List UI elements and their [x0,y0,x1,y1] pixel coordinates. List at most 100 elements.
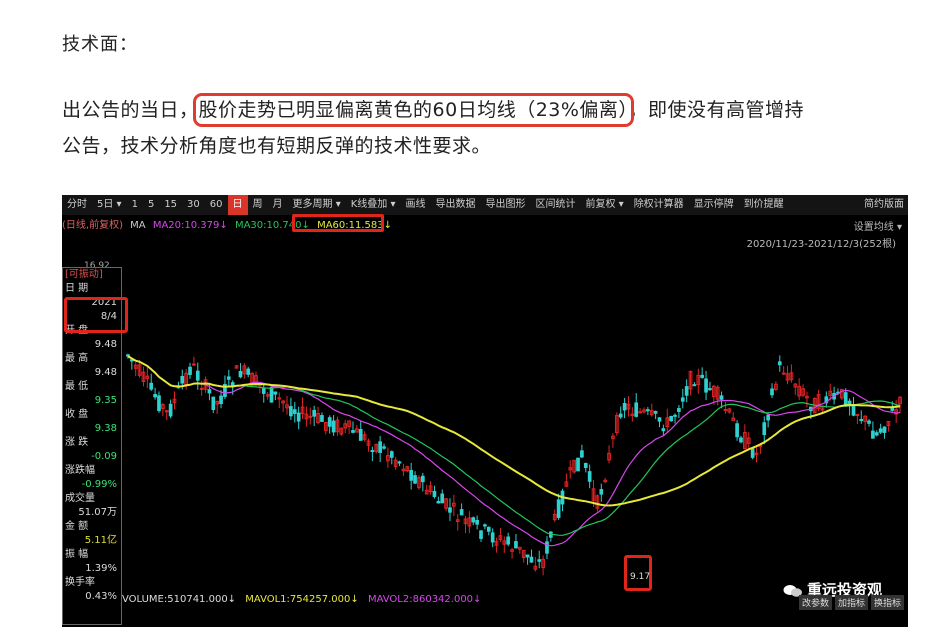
ma60-highlight-box [292,214,384,232]
toolbar-item-12[interactable]: 画线 [400,195,430,215]
candle-body [226,376,231,380]
low-value: 9.35 [94,395,117,406]
para-text-2: ，即使没有高管增持 [628,99,804,121]
candle-body [312,409,317,417]
toolbar-item-16[interactable]: 前复权 ▾ [580,195,628,215]
candle-body [882,426,887,433]
candle-body [514,541,518,549]
ma-legend: (日线,前复权) MA MA20:10.379↓ MA30:10.740↓ MA… [62,216,908,232]
candle-body [867,420,871,424]
candle-body [622,403,627,411]
candle-body [327,417,332,427]
volume-label: 成交量 [65,493,95,504]
candle-body [537,559,542,562]
toolbar-item-5[interactable]: 30 [182,195,205,215]
candle-body [684,386,689,396]
toolbar-item-0[interactable]: 分时 [62,195,92,215]
toolbar-item-13[interactable]: 导出数据 [430,195,480,215]
candle-body [420,475,425,483]
candle-body [599,489,604,495]
candle-body [855,414,860,417]
candle-body [246,368,251,375]
chart-toolbar: 分时 5日 ▾ 1 5 15 30 60 日周月更多周期 ▾ K线叠加 ▾ 画线 导出数据 导出图形区… [62,195,908,215]
toolbar-item-1[interactable]: 5日 ▾ [92,195,127,215]
candlestick-chart [126,353,902,576]
turnover-value: 0.43% [85,591,117,602]
candle-body [680,397,685,402]
candle-body [351,430,355,433]
candle-body [195,370,200,381]
candle-body [871,430,875,439]
toolbar-item-14[interactable]: 导出图形 [480,195,530,215]
amp-value: 1.39% [85,563,117,574]
toolbar-item-15[interactable]: 区间统计 [530,195,580,215]
candle-body [677,408,681,412]
simple-layout-button[interactable]: 简约版面 [859,195,908,215]
settings-ma-button[interactable]: 设置均线 ▾ [854,218,902,233]
para-text-1: 出公告的当日， [62,99,199,121]
candle-body [638,411,642,414]
candle-body [646,409,650,412]
date-label: 日 期 [65,283,89,294]
indicator-button-2[interactable]: 换指标 [870,595,904,610]
high-label: 最 高 [65,353,89,364]
candle-body [777,361,782,366]
toolbar-item-2[interactable]: 1 [127,195,143,215]
toolbar-item-17[interactable]: 除权计算器 [629,195,689,215]
candle-body [580,450,584,458]
change-value: -0.09 [91,451,117,462]
amount-label: 金 额 [65,521,89,532]
article-paragraph: 出公告的当日，股价走势已明显偏离黄色的60日均线（23%偏离），即使没有高管增持… [62,92,922,164]
candle-body [219,395,223,405]
toolbar-item-11[interactable]: K线叠加 ▾ [346,195,401,215]
volume-value: 51.07万 [78,507,117,518]
candle-body [723,408,728,411]
toolbar-item-9[interactable]: 月 [268,195,288,215]
candle-body [296,412,301,422]
candle-body [692,384,697,387]
toolbar-item-6[interactable]: 60 [205,195,228,215]
candle-body [486,526,491,532]
candle-body [653,411,658,414]
high-value: 9.48 [94,367,117,378]
candle-body [890,407,895,411]
toolbar-item-8[interactable]: 周 [248,195,268,215]
candle-body [529,556,534,563]
candle-body [618,413,623,418]
candle-body [382,446,386,449]
article-heading: 技术面： [62,34,138,55]
stock-chart-screenshot: 分时 5日 ▾ 1 5 15 30 60 日周月更多周期 ▾ K线叠加 ▾ 画线 导出数据 导出图形区… [62,195,908,627]
toolbar-item-7[interactable]: 日 [227,195,248,215]
candle-body [673,414,677,417]
candle-body [762,422,767,436]
candle-body [459,509,464,516]
highlighted-text: 股价走势已明显偏离黄色的60日均线（23%偏离） [192,93,635,127]
candle-body [320,415,324,422]
candle-body [149,382,154,390]
indicator-button-0[interactable]: 改参数 [798,595,832,610]
candle-body [843,392,848,406]
candle-body [397,461,402,464]
candle-body [479,530,483,539]
candle-body [587,471,592,482]
candle-body [859,418,864,421]
candle-body [432,490,437,497]
toolbar-item-10[interactable]: 更多周期 ▾ [288,195,346,215]
toolbar-item-4[interactable]: 15 [159,195,182,215]
toolbar-item-18[interactable]: 显示停牌 [689,195,739,215]
candle-body [157,395,161,412]
date-highlight-box [64,297,128,333]
toolbar-item-19[interactable]: 到价提醒 [739,195,789,215]
candle-body [556,499,561,518]
toolbar-item-3[interactable]: 5 [143,195,159,215]
candle-body [180,375,185,384]
indicator-button-1[interactable]: 加指标 [834,595,868,610]
candle-body [238,371,243,378]
candle-body [634,402,639,417]
candle-body [409,469,414,481]
candle-body [874,432,879,436]
candle-body [669,415,673,422]
candle-body [471,517,476,523]
candle-body [583,463,588,468]
candle-body [704,378,708,393]
